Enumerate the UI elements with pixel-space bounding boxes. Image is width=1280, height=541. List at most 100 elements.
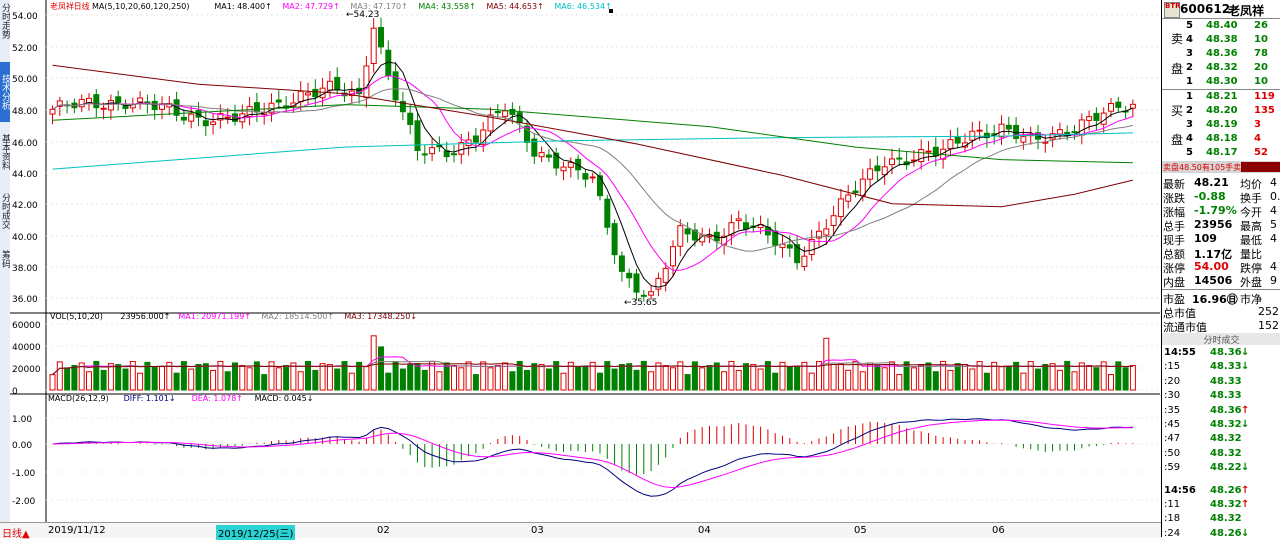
candle-body[interactable] — [735, 218, 742, 222]
candle-body[interactable] — [808, 239, 815, 256]
candle-body[interactable] — [363, 65, 370, 99]
candle-body[interactable] — [640, 294, 647, 297]
candle-body[interactable] — [429, 147, 436, 155]
candle-body[interactable] — [334, 76, 341, 91]
candle-body[interactable] — [253, 102, 260, 113]
candle-body[interactable] — [502, 110, 509, 117]
candle-body[interactable] — [516, 112, 523, 123]
candle-body[interactable] — [1056, 129, 1063, 135]
candle-body[interactable] — [560, 166, 567, 172]
candle-body[interactable] — [1086, 116, 1093, 121]
candle-body[interactable] — [137, 97, 144, 103]
candle-body[interactable] — [326, 80, 333, 91]
bid-row[interactable]: 4 48.18 4 — [1162, 132, 1280, 146]
candle-body[interactable] — [297, 90, 304, 103]
candle-body[interactable] — [662, 267, 669, 283]
candle-body[interactable] — [49, 108, 56, 115]
candle-body[interactable] — [677, 225, 684, 247]
candle-body[interactable] — [414, 120, 421, 151]
candle-body[interactable] — [830, 215, 837, 227]
candle-body[interactable] — [859, 178, 866, 197]
candle-body[interactable] — [684, 228, 691, 235]
ask-row[interactable]: 2 48.32 20 — [1162, 61, 1280, 75]
candle-body[interactable] — [115, 96, 122, 104]
candle-body[interactable] — [597, 175, 603, 197]
candle-body[interactable] — [743, 222, 749, 230]
candle-body[interactable] — [567, 161, 574, 168]
candle-body[interactable] — [494, 111, 501, 114]
candle-body[interactable] — [407, 112, 414, 126]
tab-chips[interactable]: 筹码 — [0, 246, 10, 272]
candle-body[interactable] — [582, 173, 589, 180]
candle-body[interactable] — [78, 98, 85, 108]
candle-body[interactable] — [1071, 131, 1078, 134]
candle-body[interactable] — [837, 198, 844, 218]
bid-row[interactable]: 5 48.17 52 — [1162, 146, 1280, 160]
candle-body[interactable] — [312, 88, 319, 98]
candle-body[interactable] — [889, 158, 895, 166]
candle-body[interactable] — [874, 165, 881, 172]
candle-body[interactable] — [421, 153, 428, 156]
ask-row[interactable]: 3 48.36 78 — [1162, 47, 1280, 61]
candle-body[interactable] — [925, 150, 932, 153]
candle-body[interactable] — [370, 27, 377, 65]
candle-body[interactable] — [180, 116, 187, 121]
candle-body[interactable] — [633, 273, 640, 293]
candle-body[interactable] — [896, 157, 903, 160]
candle-body[interactable] — [852, 190, 859, 194]
candle-body[interactable] — [867, 168, 874, 180]
candle-body[interactable] — [1005, 124, 1012, 130]
candle-body[interactable] — [545, 154, 552, 158]
candle-body[interactable] — [509, 108, 516, 115]
tab-intraday[interactable]: 分时走势 — [0, 2, 10, 40]
tab-technical[interactable]: 技术分析 — [0, 62, 10, 122]
bid-row[interactable]: 3 48.19 3 — [1162, 118, 1280, 132]
candle-body[interactable] — [801, 255, 808, 267]
candle-body[interactable] — [224, 116, 231, 119]
candle-body[interactable] — [845, 194, 852, 202]
candle-body[interactable] — [670, 246, 676, 267]
candle-body[interactable] — [604, 198, 611, 228]
candle-body[interactable] — [202, 120, 209, 127]
candle-body[interactable] — [122, 105, 129, 109]
candle-body[interactable] — [626, 272, 633, 279]
bid-row[interactable]: 2 48.20 135 — [1162, 104, 1280, 118]
candle-body[interactable] — [947, 139, 954, 150]
bid-row[interactable]: 1 48.21 119 — [1162, 90, 1280, 104]
candle-body[interactable] — [472, 135, 479, 143]
ask-row[interactable]: 4 48.38 10 — [1162, 33, 1280, 47]
candle-body[interactable] — [1115, 101, 1122, 108]
candle-body[interactable] — [954, 136, 961, 144]
candle-body[interactable] — [188, 113, 195, 122]
candle-body[interactable] — [378, 27, 384, 48]
candle-body[interactable] — [151, 100, 158, 111]
candle-body[interactable] — [1093, 112, 1100, 121]
candle-body[interactable] — [918, 149, 925, 163]
ask-row[interactable]: 1 48.30 10 — [1162, 75, 1280, 89]
candle-body[interactable] — [823, 228, 830, 236]
candle-body[interactable] — [305, 92, 311, 96]
candle-body[interactable] — [107, 100, 114, 111]
candle-body[interactable] — [93, 94, 100, 109]
candle-body[interactable] — [1078, 119, 1085, 136]
candle-body[interactable] — [210, 121, 217, 125]
period-selector[interactable]: 日线▲ — [2, 525, 30, 540]
candle-body[interactable] — [998, 123, 1005, 138]
ask-row[interactable]: 5 48.40 26 — [1162, 19, 1280, 33]
candle-body[interactable] — [100, 107, 107, 110]
candle-body[interactable] — [451, 153, 457, 156]
candle-body[interactable] — [976, 129, 983, 132]
candle-body[interactable] — [538, 152, 545, 158]
candle-body[interactable] — [1108, 103, 1114, 112]
candle-body[interactable] — [618, 255, 625, 272]
candle-body[interactable] — [589, 176, 596, 179]
tab-fundamentals[interactable]: 基本资料 — [0, 126, 10, 178]
candle-body[interactable] — [1129, 103, 1136, 109]
candle-body[interactable] — [275, 99, 282, 103]
kline-chart[interactable]: 54.00 52.00 50.00 48.00 46.00 44.00 42.00 40.00… — [10, 0, 1160, 537]
candle-body[interactable] — [648, 291, 655, 296]
candle-body[interactable] — [611, 223, 618, 256]
candle-body[interactable] — [1020, 136, 1027, 143]
candle-body[interactable] — [969, 130, 976, 141]
candle-body[interactable] — [786, 244, 793, 249]
